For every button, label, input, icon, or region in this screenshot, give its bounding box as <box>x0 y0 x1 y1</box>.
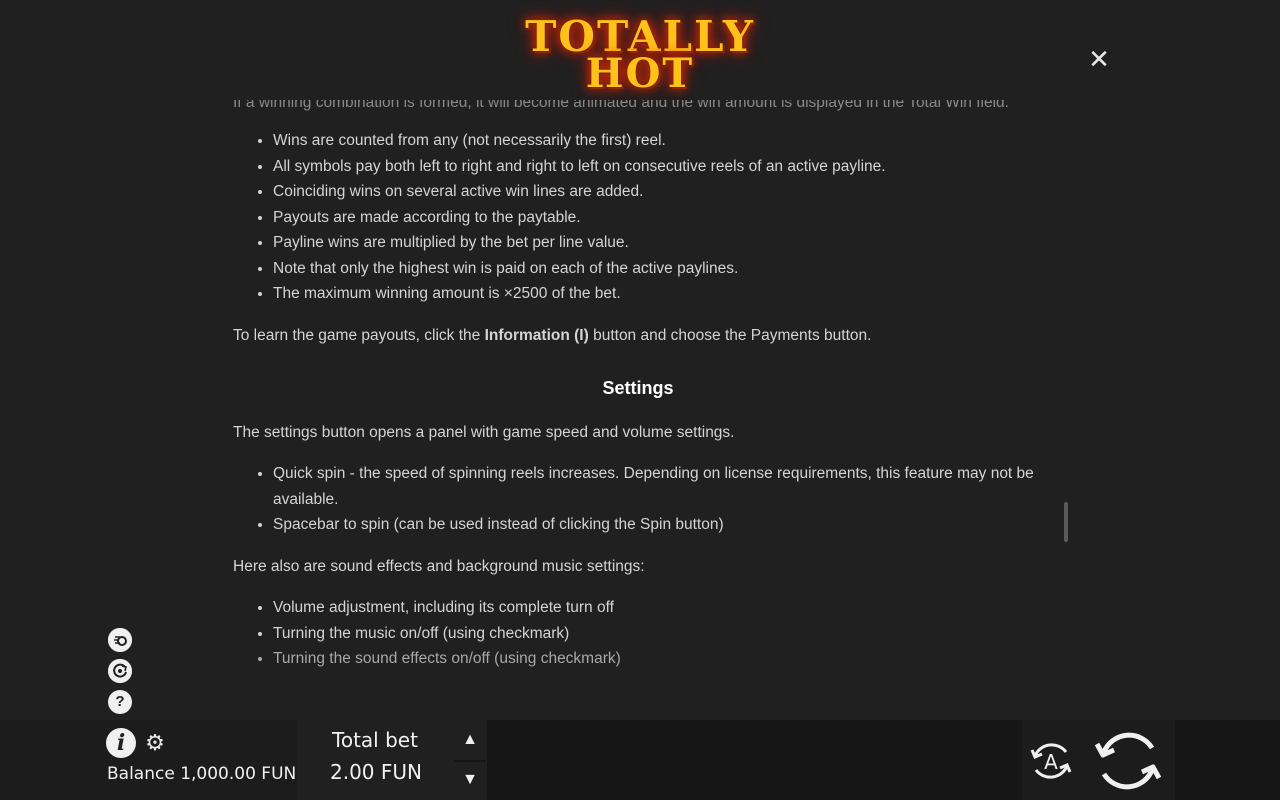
balance-display: Balance 1,000.00 FUN <box>107 764 297 784</box>
list-item: Quick spin - the speed of spinning reels… <box>273 461 1043 512</box>
partial-line: If a winning combination is formed, it w… <box>233 94 1009 111</box>
autoplay-history-icon[interactable] <box>108 659 132 683</box>
list-item: Volume adjustment, including its complet… <box>273 595 1043 621</box>
list-item: Payline wins are multiplied by the bet p… <box>273 230 1043 256</box>
list-item: Turning the sound effects on/off (using … <box>273 646 1043 672</box>
spin-icon <box>1094 732 1162 790</box>
list-item: The maximum winning amount is ×2500 of t… <box>273 281 1043 307</box>
rules-content: If a winning combination is formed, it w… <box>233 90 1043 688</box>
bet-decrease-button[interactable]: ▼ <box>458 768 482 792</box>
bet-increase-button[interactable]: ▲ <box>458 728 482 752</box>
autoplay-letter: A <box>1044 750 1058 774</box>
close-icon[interactable]: ✕ <box>1086 46 1112 72</box>
list-item: All symbols pay both left to right and r… <box>273 154 1043 180</box>
spin-button[interactable] <box>1094 728 1162 794</box>
payouts-paragraph: To learn the game payouts, click the Inf… <box>233 323 1043 349</box>
list-item: Wins are counted from any (not necessari… <box>273 128 1043 154</box>
autoplay-button[interactable]: A <box>1028 738 1074 784</box>
total-bet-label: Total bet <box>332 728 418 752</box>
help-icon[interactable]: ? <box>108 690 132 714</box>
sound-list: Volume adjustment, including its complet… <box>233 595 1043 672</box>
list-item: Note that only the highest win is paid o… <box>273 256 1043 282</box>
list-item: Coinciding wins on several active win li… <box>273 179 1043 205</box>
bottom-bar: i ⚙ Balance 1,000.00 FUN Total bet 2.00 … <box>0 720 1280 800</box>
payouts-text-pre: To learn the game payouts, click the <box>233 326 485 344</box>
autoplay-icon: A <box>1030 743 1072 779</box>
scrollbar-thumb[interactable] <box>1064 502 1068 542</box>
sound-intro: Here also are sound effects and backgrou… <box>233 557 645 575</box>
gear-icon[interactable]: ⚙ <box>144 732 166 754</box>
payouts-text-bold: Information (I) <box>484 326 589 344</box>
side-icons: ? <box>108 628 134 721</box>
settings-intro: The settings button opens a panel with g… <box>233 423 735 441</box>
payouts-text-post: button and choose the Payments button. <box>588 326 872 344</box>
settings-list: Quick spin - the speed of spinning reels… <box>233 461 1043 538</box>
game-logo: TOTALLY HOT <box>490 8 790 98</box>
list-item: Turning the music on/off (using checkmar… <box>273 621 1043 647</box>
total-bet-value: 2.00 FUN <box>330 760 422 784</box>
list-item: Spacebar to spin (can be used instead of… <box>273 512 1043 538</box>
info-icon[interactable]: i <box>106 728 136 758</box>
wins-list: Wins are counted from any (not necessari… <box>233 128 1043 307</box>
quick-spin-icon[interactable] <box>108 628 132 652</box>
bet-divider <box>454 760 486 762</box>
settings-heading: Settings <box>602 378 674 398</box>
list-item: Payouts are made according to the paytab… <box>273 205 1043 231</box>
